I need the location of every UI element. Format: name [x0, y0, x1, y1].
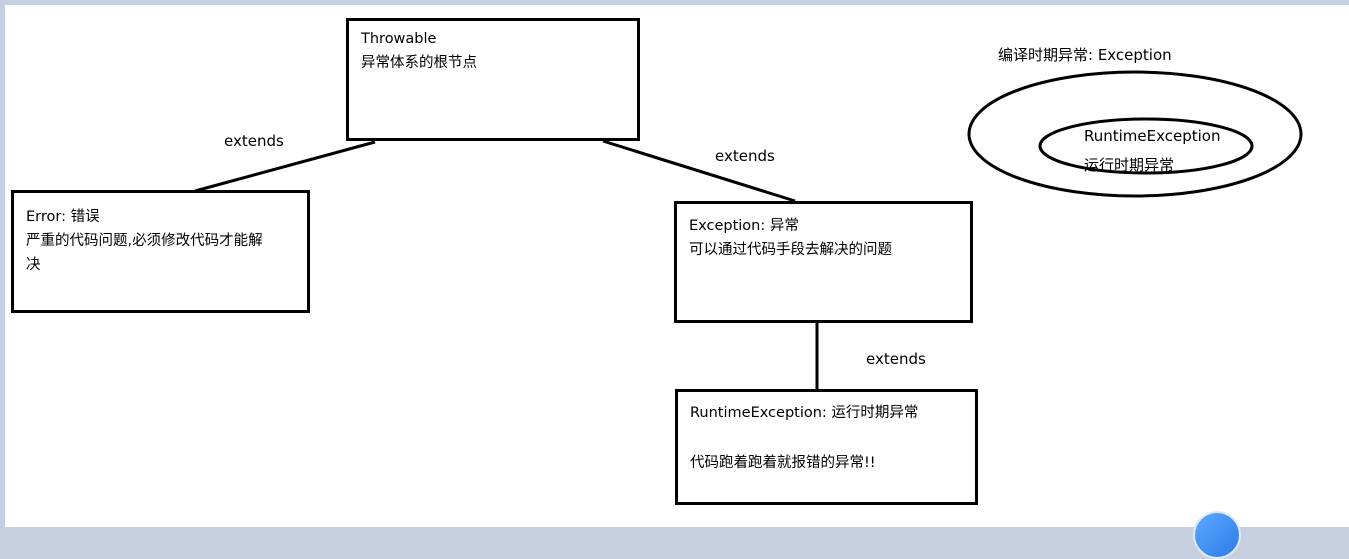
throwable-desc: 异常体系的根节点 [361, 55, 477, 71]
throwable-node: Throwable 异常体系的根节点 [346, 18, 640, 141]
floating-action-button[interactable] [1193, 511, 1241, 559]
error-desc: 严重的代码问题,必须修改代码才能解决 [26, 233, 263, 273]
edge-error-throwable [194, 140, 376, 193]
runtime-node: RuntimeException: 运行时期异常 代码跑着跑着就报错的异常!! [675, 389, 978, 505]
exception-title: Exception: 异常 [689, 218, 799, 234]
runtime-desc: 代码跑着跑着就报错的异常!! [690, 455, 876, 471]
edge-label-runtime: extends [866, 350, 926, 368]
exception-desc: 可以通过代码手段去解决的问题 [689, 242, 892, 258]
venn-inner-desc: 运行时期异常 [1084, 156, 1175, 174]
edge-label-exception: extends [715, 147, 775, 165]
runtime-title: RuntimeException: 运行时期异常 [690, 405, 919, 421]
edge-label-error: extends [224, 132, 284, 150]
exception-node: Exception: 异常 可以通过代码手段去解决的问题 [674, 201, 973, 323]
error-node: Error: 错误 严重的代码问题,必须修改代码才能解决 [11, 190, 310, 313]
throwable-title: Throwable [361, 31, 437, 47]
diagram-canvas: Throwable 异常体系的根节点 Error: 错误 严重的代码问题,必须修… [5, 5, 1349, 527]
error-title: Error: 错误 [26, 209, 100, 225]
venn-outer-label: 编译时期异常: Exception [998, 46, 1172, 64]
venn-inner-title: RuntimeException [1084, 127, 1221, 145]
